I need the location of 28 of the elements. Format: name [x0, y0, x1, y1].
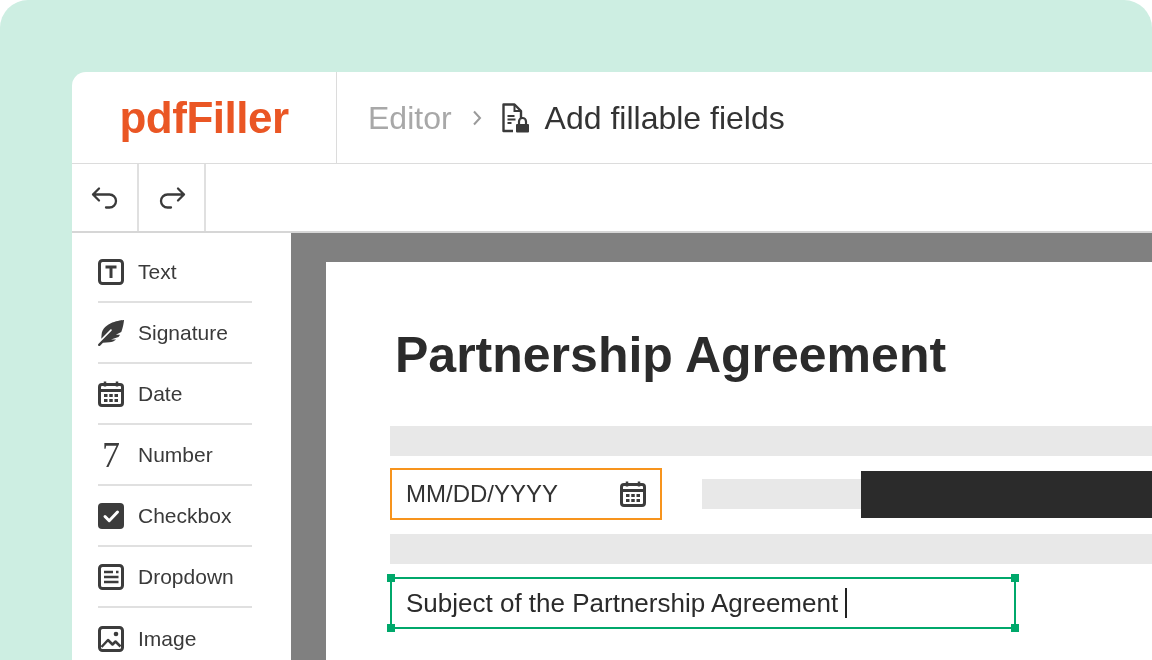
checkbox-icon [98, 502, 124, 529]
chevron-right-icon [471, 109, 482, 126]
text-field[interactable]: Subject of the Partnership Agreement [390, 577, 1016, 629]
field-tool[interactable]: Dropdown [98, 547, 252, 608]
resize-handle[interactable] [1011, 574, 1019, 582]
resize-handle[interactable] [1011, 624, 1019, 632]
undo-icon [89, 185, 120, 210]
field-tool[interactable]: Text [98, 242, 252, 303]
image-icon [98, 625, 124, 652]
field-tool[interactable]: Date [98, 364, 252, 425]
list-box-icon [98, 563, 124, 590]
text-cursor [845, 588, 848, 618]
calendar-icon [620, 481, 646, 507]
field-tool[interactable]: Signature [98, 303, 252, 364]
number-icon: 7 [98, 439, 124, 470]
calendar-icon [98, 380, 124, 407]
text-box-icon [98, 258, 124, 285]
resize-handle[interactable] [387, 574, 395, 582]
field-tool[interactable]: Image [98, 608, 252, 660]
breadcrumb-current: Add fillable fields [544, 101, 785, 134]
field-tool[interactable]: Checkbox [98, 486, 252, 547]
document-title: Partnership Agreement [395, 330, 948, 380]
date-field[interactable]: MM/DD/YYYY [390, 468, 662, 520]
feather-icon [98, 319, 124, 346]
resize-handle[interactable] [387, 624, 395, 632]
logo[interactable]: pdfFiller [119, 95, 289, 140]
field-tool[interactable]: 7 Number [98, 425, 252, 486]
document-lock-icon [499, 102, 530, 133]
